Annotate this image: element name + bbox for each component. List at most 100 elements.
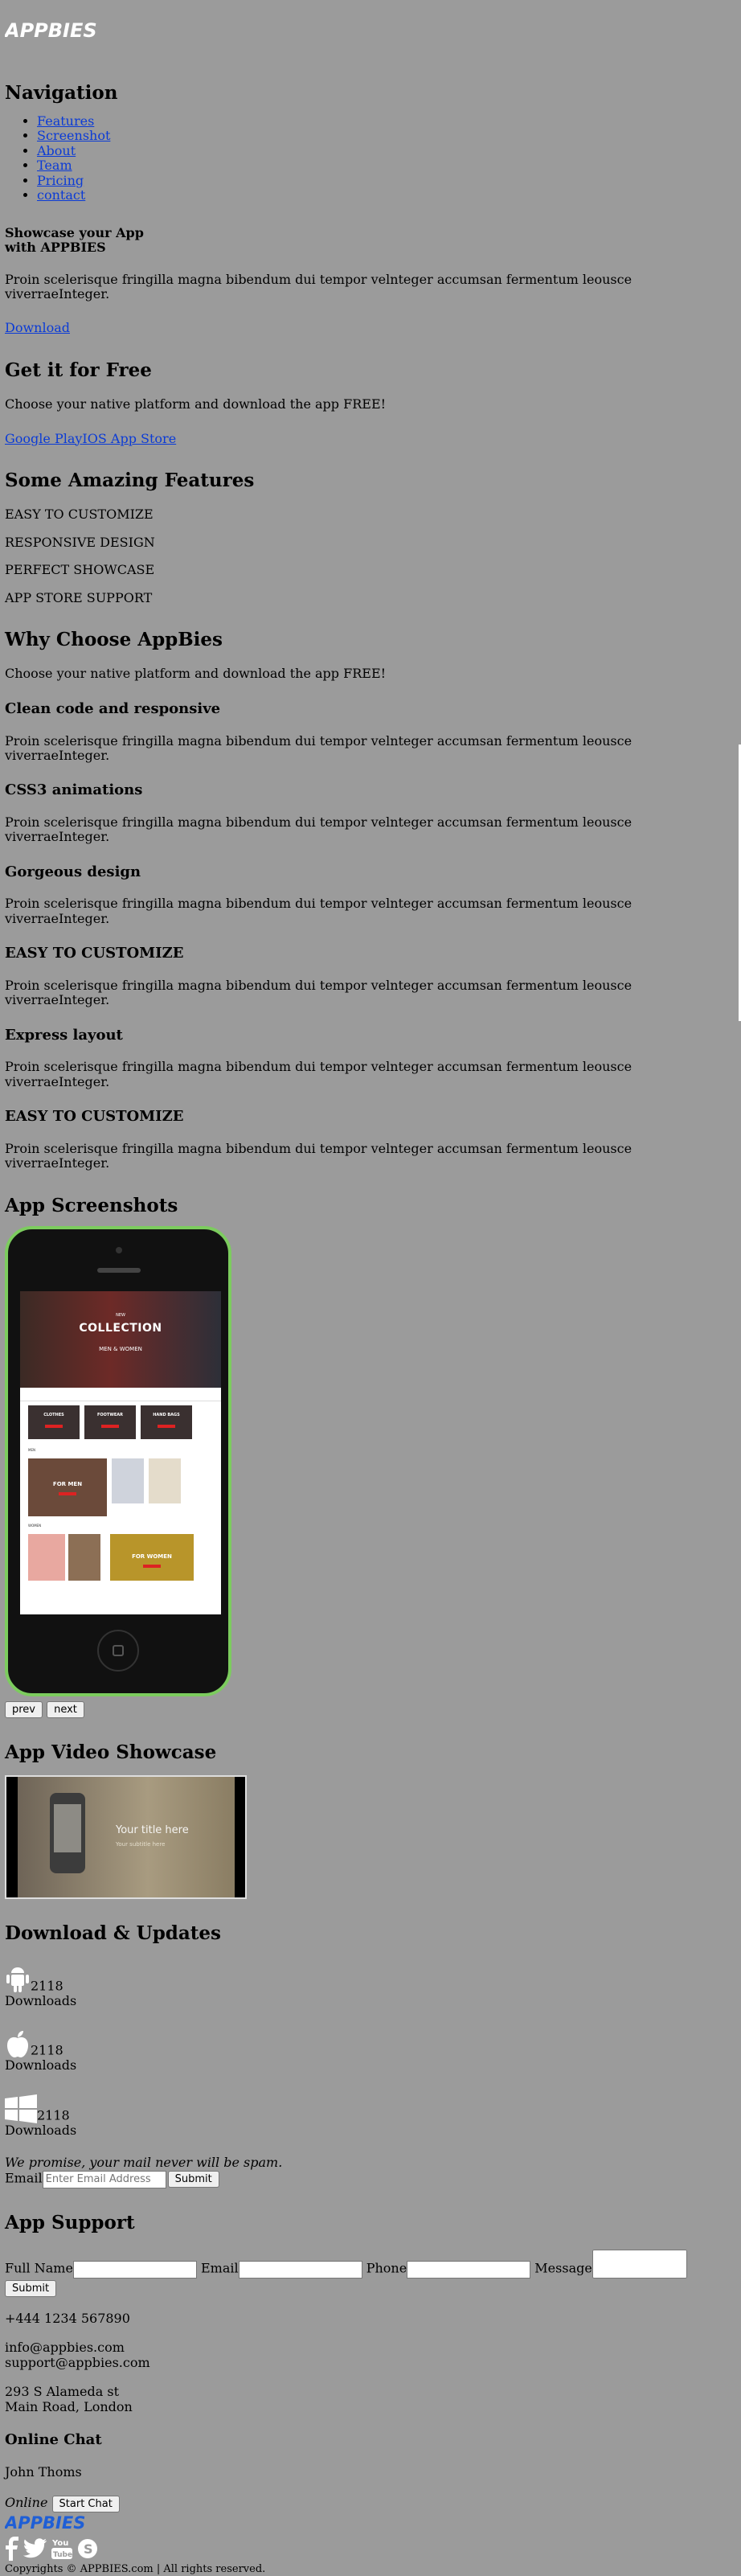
feature-item: EASY TO CUSTOMIZE [5, 507, 154, 523]
tile-label: HAND BAGS [153, 1413, 180, 1418]
download-label: Downloads [5, 2122, 77, 2138]
nav-item: Team [37, 158, 736, 174]
download-label: Downloads [5, 1992, 77, 2008]
google-play-link[interactable]: Google Play [5, 431, 82, 446]
why-item-title: EASY TO CUSTOMIZE [5, 1108, 184, 1126]
phone-screen: NEW COLLECTION MEN & WOMEN CLOTHES FOOTW… [20, 1291, 221, 1615]
svg-text:You: You [51, 2539, 68, 2548]
message-textarea[interactable] [592, 2249, 687, 2279]
nav-link-team[interactable]: Team [37, 158, 72, 174]
windows-icon [5, 2094, 37, 2123]
nav-item: Screenshot [37, 129, 736, 144]
support-email-support: support@appbies.com [5, 2354, 150, 2370]
tile-label: FOOTWEAR [97, 1413, 123, 1418]
why-item-text: Proin scelerisque fringilla magna bibend… [5, 1140, 633, 1171]
download-stat: 2118 Downloads [5, 1965, 736, 2008]
features-heading: Some Amazing Features [5, 470, 255, 491]
banner-subtitle: MEN & WOMEN [99, 1346, 142, 1353]
nav-link-screenshot[interactable]: Screenshot [37, 128, 110, 144]
shop-nav-bar [20, 1391, 221, 1402]
banner-title: COLLECTION [79, 1322, 162, 1335]
support-form: Full Name Email Phone Message Submit [5, 2249, 736, 2297]
shop-banner: NEW COLLECTION MEN & WOMEN [20, 1291, 221, 1388]
start-chat-button[interactable]: Start Chat [51, 2495, 120, 2512]
apple-icon [7, 2031, 28, 2058]
free-text: Choose your native platform and download… [5, 396, 387, 412]
newsletter-email-input[interactable] [42, 2170, 166, 2188]
footer-logo[interactable]: APPBIES [3, 2512, 736, 2535]
downloads-heading: Download & Updates [5, 1922, 221, 1944]
newsletter-submit-button[interactable]: Submit [167, 2171, 219, 2188]
video-player[interactable]: Your title here Your subtitle here [5, 1774, 247, 1899]
next-button[interactable]: next [47, 1701, 84, 1719]
feature-item: RESPONSIVE DESIGN [5, 534, 155, 550]
video-title: Your title here [116, 1823, 189, 1836]
product-image [112, 1458, 144, 1504]
feature-item: PERFECT SHOWCASE [5, 562, 155, 578]
email-input[interactable] [238, 2260, 362, 2279]
hero-title-line1: Showcase your App [5, 224, 144, 240]
why-item-title: Clean code and responsive [5, 699, 221, 717]
copyright-text: Copyrights © APPBIES.com | All rights re… [5, 2563, 266, 2576]
fullname-label: Full Name [5, 2260, 73, 2276]
download-count: 2118 [37, 2107, 70, 2123]
social-links: You Tube S [5, 2537, 736, 2562]
prev-button[interactable]: prev [5, 1701, 43, 1719]
chat-heading: Online Chat [5, 2430, 102, 2448]
skype-icon[interactable]: S [76, 2537, 99, 2560]
support-email-info: info@appbies.com [5, 2340, 125, 2356]
nav-item: Pricing [37, 173, 736, 189]
appbies-footer-logo: APPBIES [3, 2513, 85, 2533]
women-label: WOMEN [28, 1524, 42, 1528]
why-item-title: EASY TO CUSTOMIZE [5, 945, 184, 962]
video-frame: Your title here Your subtitle here [18, 1776, 235, 1897]
why-item-title: CSS3 animations [5, 781, 143, 799]
tile-label: CLOTHES [43, 1413, 64, 1418]
product-image [28, 1534, 65, 1581]
why-item-title: Express layout [5, 1026, 123, 1044]
facebook-icon[interactable] [5, 2537, 19, 2562]
nav-item: contact [37, 188, 736, 203]
twitter-icon[interactable] [23, 2538, 47, 2559]
download-count: 2118 [31, 2042, 63, 2058]
for-men-tile: FOR MEN [28, 1458, 107, 1517]
logo[interactable]: APPBIES [3, 0, 736, 43]
download-count: 2118 [31, 1978, 63, 1994]
download-link[interactable]: Download [5, 320, 70, 335]
svg-text:APPBIES: APPBIES [5, 19, 97, 40]
nav-item: Features [37, 113, 736, 129]
why-item-title: Gorgeous design [5, 863, 141, 880]
support-address-line1: 293 S Alameda st [5, 2384, 120, 2400]
nav-link-features[interactable]: Features [37, 113, 94, 129]
product-image [149, 1458, 181, 1504]
newsletter-email-label: Email [5, 2170, 43, 2186]
chat-status-row: Online Start Chat [5, 2495, 736, 2512]
svg-text:APPBIES: APPBIES [5, 2513, 85, 2532]
ios-app-store-link[interactable]: IOS App Store [82, 431, 176, 446]
nav-link-contact[interactable]: contact [37, 187, 85, 203]
svg-text:S: S [84, 2541, 93, 2557]
newsletter-promise: We promise, your mail never will be spam… [5, 2155, 283, 2171]
product-image [68, 1534, 100, 1581]
support-submit-button[interactable]: Submit [5, 2279, 57, 2297]
fullname-input[interactable] [72, 2260, 197, 2279]
support-heading: App Support [5, 2211, 135, 2233]
email-label: Email [201, 2260, 239, 2276]
nav-heading: Navigation [5, 82, 118, 105]
free-heading: Get it for Free [5, 359, 152, 381]
why-item-text: Proin scelerisque fringilla magna bibend… [5, 977, 633, 1008]
nav-item: About [37, 143, 736, 159]
nav-link-pricing[interactable]: Pricing [37, 173, 84, 188]
youtube-icon[interactable]: You Tube [51, 2537, 72, 2561]
video-heading: App Video Showcase [5, 1741, 217, 1764]
why-heading: Why Choose AppBies [5, 629, 223, 650]
newsletter-form: Email Submit [5, 2170, 736, 2188]
nav-link-about[interactable]: About [37, 143, 76, 158]
why-item-text: Proin scelerisque fringilla magna bibend… [5, 732, 633, 763]
phone-input[interactable] [407, 2260, 531, 2279]
why-item-text: Proin scelerisque fringilla magna bibend… [5, 896, 633, 926]
screenshots-heading: App Screenshots [5, 1194, 178, 1216]
phone-speaker [97, 1268, 141, 1274]
appbies-logo: APPBIES [3, 19, 97, 42]
svg-text:Tube: Tube [53, 2551, 72, 2559]
